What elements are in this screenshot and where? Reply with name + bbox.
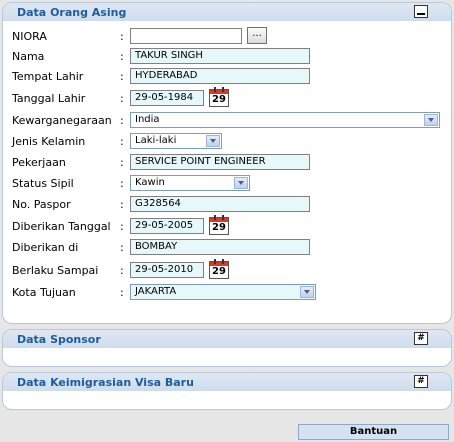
row-diberikan-di: Diberikan di : BOMBAY	[12, 239, 452, 257]
minimize-button[interactable]	[414, 5, 428, 18]
tempat-lahir-input[interactable]: HYDERABAD	[130, 68, 310, 84]
row-niora: NIORA : ...	[12, 27, 452, 46]
colon: :	[120, 92, 124, 105]
panel-title: Data Orang Asing	[17, 6, 127, 19]
nama-input[interactable]: TAKUR SINGH	[130, 48, 310, 64]
row-kota-tujuan: Kota Tujuan : JAKARTA	[12, 284, 452, 302]
label-no-paspor: No. Paspor	[12, 198, 71, 211]
panel-header[interactable]: Data Keimigrasian Visa Baru #	[3, 373, 451, 391]
colon: :	[120, 264, 124, 277]
chevron-down-icon[interactable]	[424, 114, 438, 126]
label-status-sipil: Status Sipil	[12, 177, 74, 190]
diberikan-tanggal-input[interactable]: 29-05-2005	[130, 218, 204, 234]
calendar-day: 29	[212, 266, 226, 277]
label-kewarganegaraan: Kewarganegaraan	[12, 114, 112, 127]
berlaku-sampai-input[interactable]: 29-05-2010	[130, 262, 204, 278]
diberikan-di-input[interactable]: BOMBAY	[130, 239, 310, 255]
colon: :	[120, 114, 124, 127]
jenis-kelamin-select[interactable]: Laki-laki	[130, 133, 222, 149]
colon: :	[120, 135, 124, 148]
panel-title: Data Sponsor	[17, 333, 101, 346]
calendar-icon[interactable]: 29	[209, 215, 229, 235]
row-kewarganegaraan: Kewarganegaraan : India	[12, 112, 452, 130]
pekerjaan-input[interactable]: SERVICE POINT ENGINEER	[130, 154, 310, 170]
label-tempat-lahir: Tempat Lahir	[12, 70, 84, 83]
kota-tujuan-select[interactable]: JAKARTA	[130, 284, 316, 300]
select-value: JAKARTA	[135, 286, 177, 297]
calendar-icon[interactable]: 29	[209, 259, 229, 279]
no-paspor-input[interactable]: G328564	[130, 196, 310, 212]
panel-header: Data Orang Asing	[3, 3, 451, 21]
panel-header[interactable]: Data Sponsor #	[3, 330, 451, 348]
expand-button[interactable]: #	[414, 375, 428, 388]
row-berlaku-sampai: Berlaku Sampai : 29-05-2010 29	[12, 259, 452, 280]
row-tempat-lahir: Tempat Lahir : HYDERABAD	[12, 68, 452, 86]
label-jenis-kelamin: Jenis Kelamin	[12, 135, 86, 148]
status-sipil-select[interactable]: Kawin	[130, 175, 250, 191]
tanggal-lahir-input[interactable]: 29-05-1984	[130, 90, 204, 106]
panel-data-keimigrasian: Data Keimigrasian Visa Baru #	[2, 372, 452, 410]
browse-button[interactable]: ...	[247, 27, 267, 44]
label-nama: Nama	[12, 50, 45, 63]
help-button[interactable]: Bantuan	[298, 424, 449, 440]
row-tanggal-lahir: Tanggal Lahir : 29-05-1984 29	[12, 87, 452, 108]
niora-input[interactable]	[130, 28, 242, 44]
row-jenis-kelamin: Jenis Kelamin : Laki-laki	[12, 133, 452, 151]
label-berlaku-sampai: Berlaku Sampai	[12, 264, 99, 277]
select-value: India	[135, 114, 160, 125]
select-value: Kawin	[135, 177, 165, 188]
calendar-day: 29	[212, 222, 226, 233]
select-value: Laki-laki	[135, 135, 177, 146]
kewarganegaraan-select[interactable]: India	[130, 112, 440, 128]
label-pekerjaan: Pekerjaan	[12, 156, 66, 169]
calendar-icon[interactable]: 29	[209, 87, 229, 107]
label-kota-tujuan: Kota Tujuan	[12, 286, 76, 299]
label-diberikan-di: Diberikan di	[12, 241, 79, 254]
row-status-sipil: Status Sipil : Kawin	[12, 175, 452, 193]
chevron-down-icon[interactable]	[206, 135, 220, 147]
colon: :	[120, 241, 124, 254]
label-diberikan-tanggal: Diberikan Tanggal	[12, 220, 111, 233]
row-pekerjaan: Pekerjaan : SERVICE POINT ENGINEER	[12, 154, 452, 172]
row-no-paspor: No. Paspor : G328564	[12, 196, 452, 214]
colon: :	[120, 70, 124, 83]
colon: :	[120, 177, 124, 190]
panel-title: Data Keimigrasian Visa Baru	[17, 376, 194, 389]
label-tanggal-lahir: Tanggal Lahir	[12, 92, 86, 105]
calendar-day: 29	[212, 94, 226, 105]
colon: :	[120, 156, 124, 169]
row-diberikan-tanggal: Diberikan Tanggal : 29-05-2005 29	[12, 215, 452, 236]
label-niora: NIORA	[12, 30, 47, 43]
colon: :	[120, 50, 124, 63]
expand-button[interactable]: #	[414, 332, 428, 345]
chevron-down-icon[interactable]	[234, 177, 248, 189]
colon: :	[120, 30, 124, 43]
row-nama: Nama : TAKUR SINGH	[12, 48, 452, 66]
colon: :	[120, 220, 124, 233]
chevron-down-icon[interactable]	[300, 286, 314, 298]
colon: :	[120, 286, 124, 299]
colon: :	[120, 198, 124, 211]
panel-data-sponsor: Data Sponsor #	[2, 329, 452, 367]
